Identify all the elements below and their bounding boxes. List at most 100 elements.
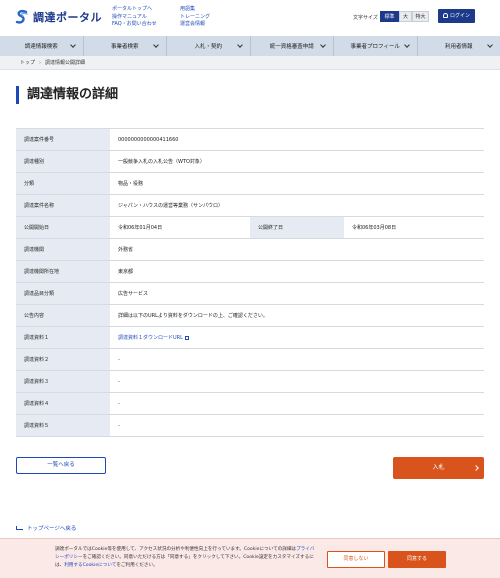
cookie-info-link[interactable]: 利用するCookieについて — [64, 563, 116, 568]
nav-item-business-search[interactable]: 事業者検索 — [84, 36, 167, 56]
back-to-list-button[interactable]: 一覧へ戻る — [16, 457, 106, 474]
chevron-down-icon — [153, 42, 159, 48]
nav-item-user-info[interactable]: 利用者情報 — [418, 36, 500, 56]
font-size-large-button[interactable]: 大 — [399, 11, 412, 22]
external-link-icon — [184, 335, 189, 340]
detail-label: 調達案件名称 — [16, 195, 110, 216]
detail-value: 東京都 — [110, 261, 484, 282]
return-arrow-icon — [16, 526, 23, 530]
chevron-down-icon — [487, 42, 493, 48]
header-link-training[interactable]: トレーニング — [180, 14, 210, 22]
chevron-right-icon — [473, 465, 479, 471]
detail-row-category: 分類 物品・役務 — [16, 173, 484, 195]
nav-label: 事業者プロフィール — [350, 44, 400, 50]
header-link-portal-top[interactable]: ポータルトップへ — [112, 6, 157, 14]
nav-item-bid-contract[interactable]: 入札・契約 — [167, 36, 251, 56]
detail-label: 調達資料１ — [16, 327, 110, 348]
detail-label: 調達案件番号 — [16, 129, 110, 150]
detail-value: 外務省 — [110, 239, 484, 260]
chevron-down-icon — [69, 42, 76, 48]
detail-label: 調達資料５ — [16, 415, 110, 436]
detail-row-notice: 公告内容 詳細は以下のURLより資料をダウンロードの上、ご確認ください。 — [16, 305, 484, 327]
site-header: 調達ポータル ポータルトップへ 操作マニュアル FAQ・お問い合わせ 用語集 ト… — [0, 0, 500, 36]
cookie-consent-banner: 調達ポータルではCookie等を使用して、アクセス状況の分析や利便性向上を行って… — [0, 538, 500, 578]
detail-row-material-3: 調達資料３ - — [16, 371, 484, 393]
header-link-manual[interactable]: 操作マニュアル — [112, 14, 157, 22]
detail-label: 公開開始日 — [16, 217, 110, 238]
header-link-operator[interactable]: 運営会情報 — [180, 21, 210, 29]
detail-value: 広告サービス — [110, 283, 484, 304]
procurement-detail-table: 調達案件番号 0000000000000411660 調達種別 一般競争入札の入… — [16, 128, 484, 437]
detail-row-material-1: 調達資料１ 調達資料１ダウンロードURL — [16, 327, 484, 349]
detail-label: 分類 — [16, 173, 110, 194]
download-link-label: 調達資料１ダウンロードURL — [118, 335, 183, 341]
header-link-glossary[interactable]: 用語集 — [180, 6, 210, 14]
logo-icon — [14, 9, 30, 25]
chevron-down-icon — [236, 42, 243, 48]
back-to-top-label: トップページへ戻る — [27, 526, 77, 532]
detail-row-case-name: 調達案件名称 ジャパン・ハウスの運営等業務（サンパウロ） — [16, 195, 484, 217]
breadcrumb: トップ › 調達情報公開詳細 — [0, 56, 500, 70]
detail-value: - — [110, 393, 484, 414]
nav-item-business-profile[interactable]: 事業者プロフィール — [334, 36, 418, 56]
nav-item-qualification[interactable]: 統一資格審査申請 — [251, 36, 334, 56]
site-logo[interactable]: 調達ポータル — [14, 9, 102, 25]
detail-value: - — [110, 415, 484, 436]
detail-value: 0000000000000411660 — [110, 129, 484, 150]
detail-label: 調達機関 — [16, 239, 110, 260]
font-size-label: 文字サイズ — [353, 15, 378, 21]
nav-label: 事業者検索 — [110, 44, 139, 50]
breadcrumb-top-link[interactable]: トップ — [20, 60, 35, 66]
cookie-text-part: 調達ポータルではCookie等を使用して、アクセス状況の分析や利便性向上を行って… — [55, 547, 297, 552]
nav-label: 入札・契約 — [194, 44, 222, 50]
logo-text: 調達ポータル — [33, 11, 102, 24]
detail-row-type: 調達種別 一般競争入札の入札公告（WTO対象） — [16, 151, 484, 173]
nav-label: 統一資格審査申請 — [269, 44, 314, 50]
cookie-consent-text: 調達ポータルではCookie等を使用して、アクセス状況の分析や利便性向上を行って… — [55, 546, 317, 570]
detail-label: 調達品目分類 — [16, 283, 110, 304]
font-size-standard-button[interactable]: 標準 — [380, 11, 399, 22]
detail-value: 令和06年01月04日 — [110, 217, 250, 238]
nav-label: 調達情報検索 — [24, 44, 58, 50]
detail-label: 調達機関所在地 — [16, 261, 110, 282]
header-link-faq[interactable]: FAQ・お問い合わせ — [112, 21, 157, 29]
detail-label: 調達種別 — [16, 151, 110, 172]
chevron-down-icon — [320, 42, 326, 48]
detail-row-agency: 調達機関 外務省 — [16, 239, 484, 261]
detail-label: 公告内容 — [16, 305, 110, 326]
cookie-agree-button[interactable]: 同意する — [388, 551, 446, 568]
header-links-primary: ポータルトップへ 操作マニュアル FAQ・お問い合わせ — [112, 6, 157, 29]
login-button[interactable]: ログイン — [438, 9, 475, 23]
nav-label: 利用者情報 — [444, 44, 473, 50]
breadcrumb-current: 調達情報公開詳細 — [45, 60, 86, 66]
detail-row-agency-location: 調達機関所在地 東京都 — [16, 261, 484, 283]
nav-item-procurement-search[interactable]: 調達情報検索 — [0, 36, 84, 56]
detail-label: 調達資料４ — [16, 393, 110, 414]
detail-label: 公開終了日 — [250, 217, 344, 238]
detail-row-material-2: 調達資料２ - — [16, 349, 484, 371]
header-links-secondary: 用語集 トレーニング 運営会情報 — [180, 6, 210, 29]
font-size-xlarge-button[interactable]: 特大 — [412, 11, 429, 22]
cookie-text-part: をご利用ください。 — [116, 563, 158, 568]
detail-value: ジャパン・ハウスの運営等業務（サンパウロ） — [110, 195, 484, 216]
detail-row-material-4: 調達資料４ - — [16, 393, 484, 415]
back-to-top-link[interactable]: トップページへ戻る — [16, 524, 76, 532]
detail-value: 令和06年03月08日 — [344, 217, 484, 238]
bid-button-label: 入札 — [432, 464, 445, 471]
detail-row-case-number: 調達案件番号 0000000000000411660 — [16, 129, 484, 151]
material-1-download-link[interactable]: 調達資料１ダウンロードURL — [110, 327, 484, 348]
detail-value: 物品・役務 — [110, 173, 484, 194]
detail-value: 詳細は以下のURLより資料をダウンロードの上、ご確認ください。 — [110, 305, 484, 326]
detail-label: 調達資料２ — [16, 349, 110, 370]
detail-value: 一般競争入札の入札公告（WTO対象） — [110, 151, 484, 172]
detail-label: 調達資料３ — [16, 371, 110, 392]
breadcrumb-separator-icon: › — [39, 60, 42, 66]
login-label: ログイン — [449, 13, 470, 19]
detail-value: - — [110, 349, 484, 370]
detail-value: - — [110, 371, 484, 392]
bid-button[interactable]: 入札 — [393, 457, 484, 479]
global-nav: 調達情報検索 事業者検索 入札・契約 統一資格審査申請 事業者プロフィール 利用… — [0, 36, 500, 56]
detail-row-material-5: 調達資料５ - — [16, 415, 484, 437]
cookie-deny-button[interactable]: 同意しない — [327, 551, 385, 568]
chevron-down-icon — [403, 42, 410, 48]
